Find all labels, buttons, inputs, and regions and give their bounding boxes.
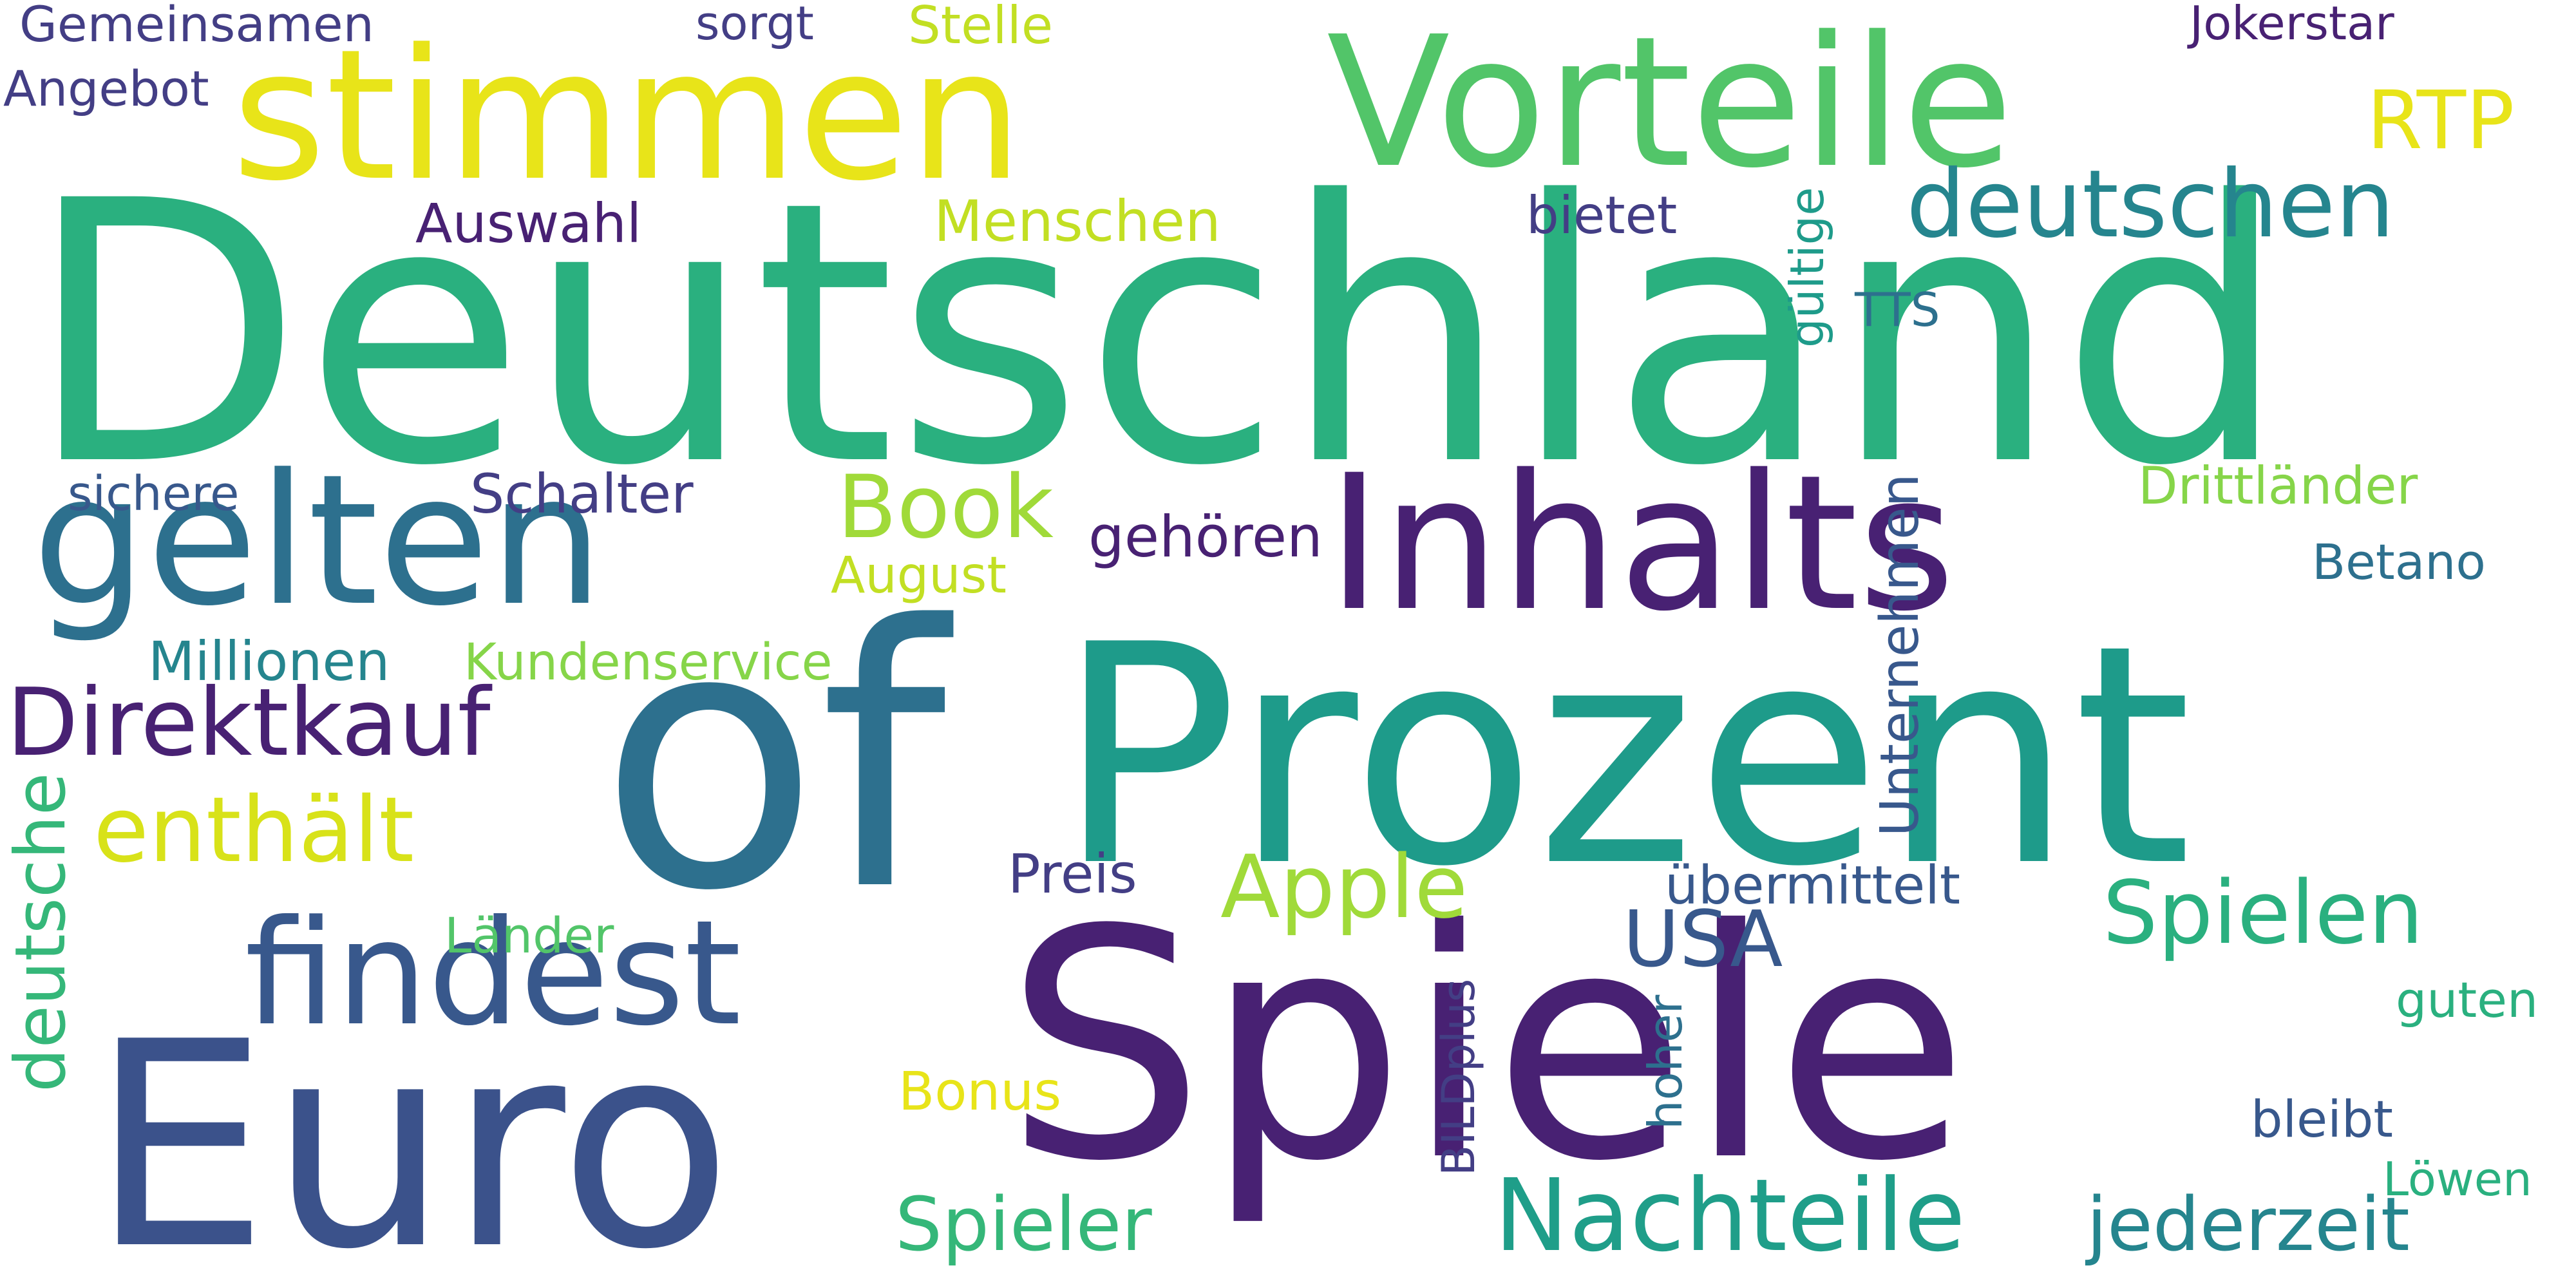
word-bonus: Bonus [898, 1061, 1062, 1122]
word-guten: guten [2396, 971, 2539, 1028]
word-deutsche: deutsche [1, 772, 81, 1092]
word-sichere: sichere [68, 466, 240, 522]
word-gültige: gültige [1780, 187, 1834, 348]
word-bildplus: BILDplus [1432, 978, 1485, 1176]
word-schalter: Schalter [470, 462, 694, 526]
word-deutschen: deutschen [1906, 150, 2395, 259]
word-bietet: bietet [1526, 185, 1678, 245]
word-löwen: Löwen [2383, 1152, 2532, 1206]
word-betano: Betano [2312, 533, 2486, 591]
word-hoher: hoher [1638, 994, 1692, 1130]
word-rtp: RTP [2367, 74, 2515, 167]
word-kundenservice: Kundenservice [464, 634, 833, 692]
word-cloud: Deutschland Prozent Spiele of Euro stimmen Vor… [0, 0, 2576, 1288]
word-menschen: Menschen [934, 188, 1221, 254]
word-angebot: Angebot [3, 60, 209, 117]
word-enthält: enthält [93, 778, 415, 883]
word-übermittelt: übermittelt [1665, 855, 1961, 916]
word-jederzeit: jederzeit [2087, 1182, 2410, 1268]
word-bleibt: bleibt [2251, 1091, 2393, 1149]
word-auswahl: Auswahl [415, 192, 642, 255]
word-millionen: Millionen [148, 630, 390, 693]
word-gemeinsamen: Gemeinsamen [19, 0, 374, 53]
word-länder: Länder [444, 907, 614, 964]
word-jokerstar: Jokerstar [2190, 0, 2394, 50]
word-nachteile: Nachteile [1494, 1157, 1966, 1274]
word-preis: Preis [1008, 842, 1137, 905]
word-stelle: Stelle [908, 0, 1054, 55]
word-drittländer: Drittländer [2138, 456, 2418, 516]
word-tts: TTS [1855, 283, 1940, 337]
word-inhalts: Inhalts [1327, 435, 1956, 652]
word-august: August [831, 547, 1007, 605]
word-gehören: gehören [1088, 504, 1323, 570]
word-spielen: Spielen [2103, 862, 2424, 963]
word-unternehmen: Unternehmen [1870, 473, 1931, 837]
word-book: Book [837, 457, 1054, 558]
word-stimmen: stimmen [232, 11, 1023, 221]
word-spieler: Spieler [895, 1182, 1152, 1268]
word-sorgt: sorgt [696, 0, 814, 50]
word-apple: Apple [1220, 837, 1468, 938]
